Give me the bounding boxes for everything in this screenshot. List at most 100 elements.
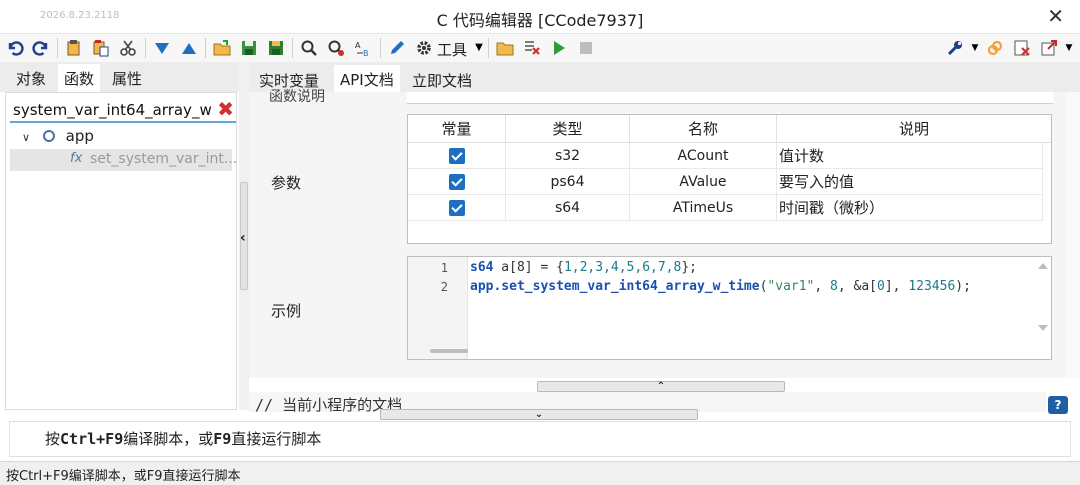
code-vertical-scrollbar[interactable] <box>1035 257 1051 337</box>
tree-node-label: app <box>65 127 94 145</box>
example-label: 示例 <box>271 302 302 320</box>
chevron-down-icon[interactable]: ▼ <box>468 37 490 59</box>
line-number: 2 <box>440 280 448 294</box>
param-table: 常量 类型 名称 说明 s32 ACount 值计数 ps64 AValue 要… <box>407 114 1052 244</box>
help-icon[interactable]: ? <box>1048 396 1068 414</box>
folder-icon[interactable] <box>494 37 516 59</box>
toolbar-separator <box>205 38 206 58</box>
table-header-desc: 说明 <box>777 115 1051 143</box>
table-cell-type: ps64 <box>506 169 630 195</box>
toolbar-separator <box>488 38 489 58</box>
const-checkbox[interactable] <box>408 169 506 195</box>
const-checkbox[interactable] <box>408 195 506 221</box>
left-tab-bar: 对象 函数 属性 <box>0 62 245 92</box>
svg-text:A: A <box>355 41 361 50</box>
scroll-down-icon[interactable] <box>1038 325 1048 331</box>
output-panel: 按Ctrl+F9编译脚本，或F9直接运行脚本 <box>9 421 1071 457</box>
move-up-icon[interactable] <box>178 37 200 59</box>
collapse-up-button[interactable]: ⌃ <box>537 381 785 392</box>
find-replace-icon[interactable] <box>325 37 347 59</box>
tab-api-docs[interactable]: API文档 <box>334 65 400 92</box>
function-tree-panel: system_var_int64_array_w ✖ ∨ app fx set_… <box>5 92 237 410</box>
cut-icon[interactable] <box>117 37 139 59</box>
tab-instant-docs[interactable]: 立即文档 <box>412 70 472 91</box>
line-number-gutter: 1 2 <box>408 257 468 359</box>
tree-node-label: set_system_var_int... <box>90 151 238 167</box>
function-description-label: 函数说明 <box>269 89 325 105</box>
edit-icon[interactable] <box>386 37 408 59</box>
copy-icon[interactable] <box>63 37 85 59</box>
line-number: 1 <box>440 261 448 275</box>
scroll-up-icon[interactable] <box>1038 263 1048 269</box>
save-as-icon[interactable] <box>265 37 287 59</box>
table-header-type: 类型 <box>506 115 630 143</box>
toolbar-separator <box>57 38 58 58</box>
function-icon: fx <box>70 151 83 166</box>
collapse-down-button[interactable]: ⌄ <box>380 409 698 420</box>
redo-icon[interactable] <box>30 37 52 59</box>
run-icon[interactable] <box>548 37 570 59</box>
toolbar-separator <box>380 38 381 58</box>
table-header-name: 名称 <box>630 115 777 143</box>
close-window-button[interactable]: ✕ <box>1047 4 1064 28</box>
search-input-value[interactable]: system_var_int64_array_w <box>13 101 212 119</box>
example-code-editor[interactable]: 1 2 s64 a[8] = {1,2,3,4,5,6,7,8}; app.se… <box>407 256 1052 360</box>
paste-icon[interactable] <box>90 37 112 59</box>
tree-node-function[interactable]: fx set_system_var_int... <box>10 149 237 171</box>
code-line-2: app.set_system_var_int64_array_w_time("v… <box>470 279 971 294</box>
checkbox-checked-icon[interactable] <box>448 200 465 216</box>
undo-icon[interactable] <box>4 37 26 59</box>
collapse-left-icon[interactable]: ‹ <box>240 230 246 246</box>
status-bar: 按Ctrl+F9编译脚本，或F9直接运行脚本 <box>0 461 1080 485</box>
gear-icon[interactable] <box>413 37 435 59</box>
clear-icon[interactable] <box>521 37 543 59</box>
open-folder-icon[interactable] <box>211 37 233 59</box>
close-doc-icon[interactable] <box>1011 37 1033 59</box>
const-checkbox[interactable] <box>408 143 506 169</box>
tab-functions[interactable]: 函数 <box>58 64 101 92</box>
table-cell-name: ATimeUs <box>630 195 777 221</box>
table-cell-desc: 值计数 <box>777 143 1043 169</box>
save-icon[interactable] <box>238 37 260 59</box>
title-bar: 2026.8.23.2118 C 代码编辑器 [CCode7937] ✕ <box>0 0 1080 34</box>
table-cell-name: AValue <box>630 169 777 195</box>
table-header-const: 常量 <box>408 115 506 143</box>
checkbox-checked-icon[interactable] <box>448 148 465 164</box>
checkbox-checked-icon[interactable] <box>448 174 465 190</box>
params-label: 参数 <box>271 174 302 192</box>
table-cell-type: s32 <box>506 143 630 169</box>
function-search-input[interactable]: system_var_int64_array_w ✖ <box>10 97 236 123</box>
link-icon[interactable] <box>984 37 1006 59</box>
svg-text:B: B <box>363 49 369 57</box>
function-description-box <box>407 92 1053 104</box>
chevron-down-icon[interactable]: ∨ <box>22 131 30 144</box>
table-cell-name: ACount <box>630 143 777 169</box>
content-scrollbar[interactable] <box>1066 92 1080 378</box>
chevron-down-icon[interactable]: ▼ <box>1058 37 1080 59</box>
clear-search-icon[interactable]: ✖ <box>217 97 234 121</box>
panel-splitter[interactable]: ‹ <box>239 62 249 410</box>
chevron-down-icon[interactable]: ▼ <box>964 37 986 59</box>
replace-icon[interactable]: AB <box>352 37 374 59</box>
stop-icon[interactable] <box>575 37 597 59</box>
window-title: C 代码编辑器 [CCode7937] <box>436 11 644 30</box>
status-text: 按Ctrl+F9编译脚本，或F9直接运行脚本 <box>6 469 241 484</box>
right-tab-bar: 实时变量 API文档 立即文档 <box>249 62 1080 92</box>
tab-objects[interactable]: 对象 <box>16 68 46 89</box>
wrench-icon[interactable] <box>944 37 966 59</box>
search-icon[interactable] <box>298 37 320 59</box>
move-down-icon[interactable] <box>151 37 173 59</box>
tab-properties[interactable]: 属性 <box>112 68 142 89</box>
toolbar-separator <box>145 38 146 58</box>
tools-menu-label[interactable]: 工具 <box>437 39 467 60</box>
tree-node-app[interactable]: ∨ app <box>22 127 94 145</box>
code-line-1: s64 a[8] = {1,2,3,4,5,6,7,8}; <box>470 260 697 275</box>
app-node-icon <box>42 130 55 142</box>
table-cell-desc: 要写入的值 <box>777 169 1043 195</box>
code-horizontal-scrollbar[interactable] <box>430 349 468 353</box>
output-message: 按Ctrl+F9编译脚本，或F9直接运行脚本 <box>45 430 322 448</box>
export-icon[interactable] <box>1038 37 1060 59</box>
main-toolbar: AB 工具 ▼ ▼ ▼ <box>0 34 1080 62</box>
table-cell-desc: 时间戳（微秒） <box>777 195 1043 221</box>
table-cell-type: s64 <box>506 195 630 221</box>
